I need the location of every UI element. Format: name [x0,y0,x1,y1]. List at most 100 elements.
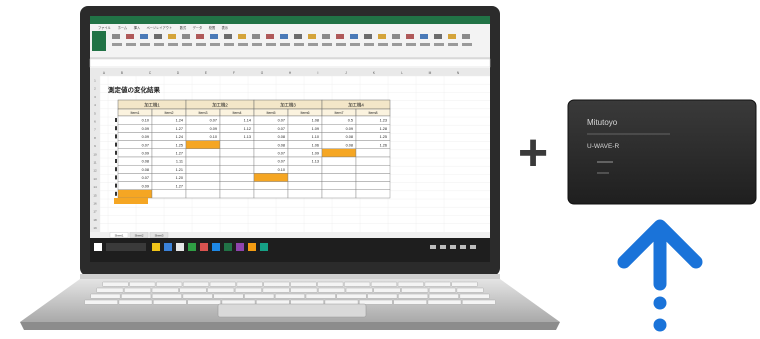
key[interactable] [156,281,183,287]
key[interactable] [262,287,290,293]
formula-bar[interactable] [89,58,491,68]
key[interactable] [90,293,121,299]
table-cell[interactable] [219,156,255,166]
key[interactable] [187,299,221,305]
ribbon-button-icon[interactable] [462,34,470,39]
ribbon-button-icon[interactable] [280,43,290,46]
key[interactable] [263,281,290,287]
row-number[interactable]: 13 [93,177,97,181]
key[interactable] [236,281,263,287]
row-number[interactable]: 12 [93,169,97,173]
key[interactable] [84,299,118,305]
key[interactable] [427,299,462,305]
sheet-tab-label[interactable]: Sheet3 [155,233,164,237]
key[interactable] [124,287,152,293]
key[interactable] [209,281,236,287]
ribbon-button-icon[interactable] [266,43,276,46]
ribbon-button-icon[interactable] [126,43,136,46]
ribbon-button-icon[interactable] [224,43,234,46]
key[interactable] [345,287,373,293]
taskbar-app-icon[interactable] [236,243,244,251]
ribbon-button-icon[interactable] [294,34,302,39]
key[interactable] [373,287,401,293]
ribbon-tab[interactable]: ホーム [118,25,127,30]
row-number[interactable]: 10 [93,152,97,156]
key[interactable] [462,299,496,305]
ribbon-button-icon[interactable] [112,43,122,46]
table-cell[interactable] [219,181,255,191]
table-cell[interactable] [287,164,323,174]
table-cell[interactable] [117,189,153,199]
table-cell[interactable] [355,156,391,166]
taskbar-app-icon[interactable] [200,243,208,251]
key[interactable] [370,281,398,287]
table-cell[interactable] [321,189,357,199]
ribbon-tab[interactable]: 挿入 [134,25,141,30]
ribbon-tab[interactable]: ページレイアウト [147,25,172,30]
taskbar-app-icon[interactable] [164,243,172,251]
row-number[interactable]: 15 [93,193,97,197]
column-letter[interactable]: B [121,71,123,75]
ribbon-button-icon[interactable] [182,34,190,39]
taskbar-app-icon[interactable] [212,243,220,251]
key[interactable] [451,281,478,287]
ribbon-tab[interactable]: ファイル [98,25,112,30]
ribbon-button-icon[interactable] [238,34,246,39]
key[interactable] [290,281,317,287]
ribbon-button-icon[interactable] [350,43,360,46]
start-icon[interactable] [94,243,102,251]
row-number[interactable]: 14 [93,185,97,189]
taskbar-app-icon[interactable] [260,243,268,251]
ribbon-tab[interactable]: 数式 [180,25,187,30]
row-number[interactable]: 16 [93,202,97,206]
table-cell[interactable] [185,164,221,174]
active-cell[interactable] [114,198,148,204]
key[interactable] [234,287,262,293]
ribbon-button-icon[interactable] [406,43,416,46]
table-cell[interactable] [185,148,221,158]
ribbon-button-icon[interactable] [434,34,442,39]
tray-icon[interactable] [440,245,446,249]
ribbon-button-icon[interactable] [210,43,220,46]
ribbon-button-icon[interactable] [392,34,400,39]
ribbon-button-icon[interactable] [252,43,262,46]
ribbon-tab[interactable]: 表示 [222,25,228,30]
file-tab-icon[interactable] [92,31,106,51]
table-cell[interactable] [185,140,221,150]
ribbon-button-icon[interactable] [280,34,288,39]
table-cell[interactable] [287,181,323,191]
table-cell[interactable] [219,140,255,150]
table-cell[interactable] [219,164,255,174]
row-number[interactable]: 19 [93,226,97,230]
table-cell[interactable] [253,173,289,182]
key[interactable] [428,287,456,293]
key[interactable] [129,281,156,287]
table-cell[interactable] [321,148,357,158]
ribbon-button-icon[interactable] [252,34,260,39]
key[interactable] [397,281,424,287]
table-cell[interactable] [253,181,289,191]
key[interactable] [153,299,187,305]
tray-icon[interactable] [450,245,456,249]
tray-icon[interactable] [470,245,476,249]
key[interactable] [179,287,207,293]
ribbon-tab[interactable]: データ [193,25,203,30]
row-number[interactable]: 17 [93,210,97,214]
ribbon-button-icon[interactable] [420,34,428,39]
table-cell[interactable] [219,148,255,158]
key[interactable] [398,293,429,299]
table-cell[interactable] [355,148,391,158]
ribbon-button-icon[interactable] [294,43,304,46]
tray-icon[interactable] [460,245,466,249]
ribbon-button-icon[interactable] [112,34,120,39]
key[interactable] [182,293,213,299]
key[interactable] [344,281,371,287]
column-letter[interactable]: M [429,71,432,75]
table-cell[interactable] [151,189,187,199]
ribbon-button-icon[interactable] [210,34,218,39]
key[interactable] [367,293,398,299]
key[interactable] [317,281,344,287]
ribbon-button-icon[interactable] [238,43,248,46]
key[interactable] [290,287,318,293]
table-cell[interactable] [287,189,323,199]
